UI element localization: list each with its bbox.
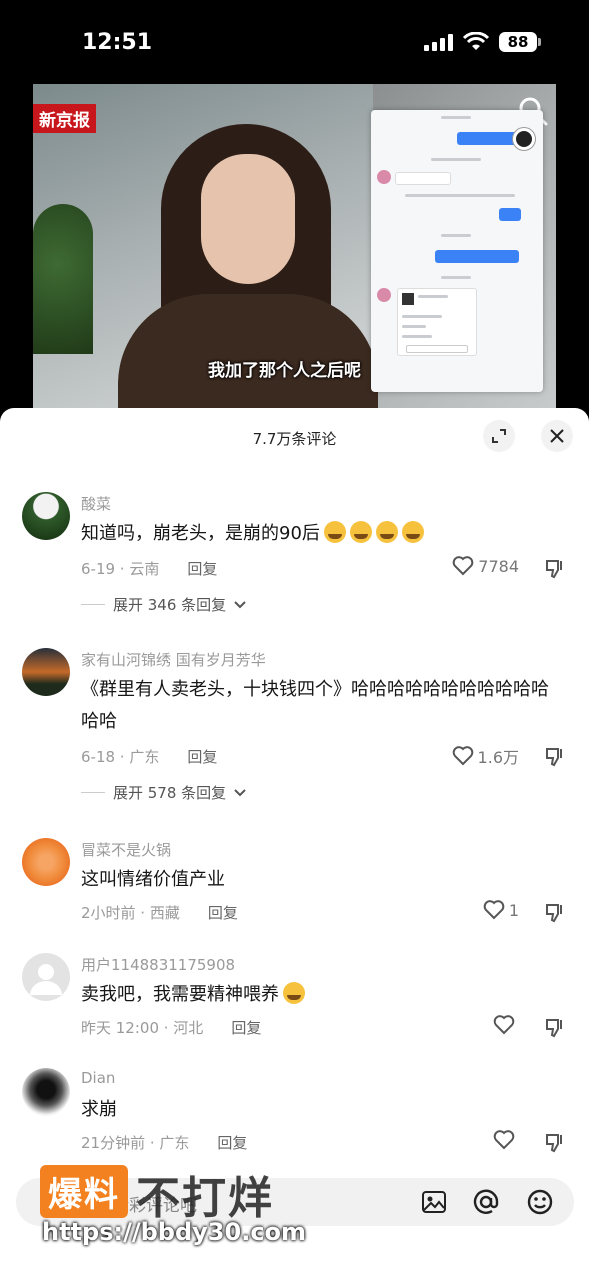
default-avatar-icon <box>30 964 62 995</box>
comments-sheet: 7.7万条评论 酸菜 知道吗，崩老头，是崩的90后 6-19 · 云南 回复 77… <box>0 408 589 1280</box>
battery-indicator: 88 <box>499 32 541 52</box>
comment-meta: 6-18 · 广东 回复 <box>81 748 218 766</box>
dislike-icon[interactable] <box>544 902 566 924</box>
expand-replies-button[interactable]: 展开 578 条回复 <box>81 782 246 803</box>
dislike-icon[interactable] <box>544 746 566 768</box>
reply-button[interactable]: 回复 <box>187 560 217 578</box>
crying-emoji-icon <box>349 521 372 543</box>
comment-meta: 2小时前 · 西藏 回复 <box>81 904 238 922</box>
news-logo: 新京报 <box>33 104 96 133</box>
heart-icon <box>483 900 505 920</box>
comment-item: Dian 求崩 21分钟前 · 广东 回复 <box>0 1066 589 1156</box>
avatar[interactable] <box>22 838 70 886</box>
like-button[interactable] <box>493 1130 519 1150</box>
heart-icon <box>452 556 474 576</box>
expand-icon <box>492 429 506 443</box>
comment-text: 知道吗，崩老头，是崩的90后 <box>81 518 561 550</box>
cellular-signal-icon <box>424 33 453 51</box>
comment-username[interactable]: Dian <box>81 1069 115 1087</box>
dislike-icon[interactable] <box>544 558 566 580</box>
chevron-down-icon <box>234 788 246 796</box>
wifi-icon <box>463 32 489 50</box>
expand-button[interactable] <box>483 420 515 452</box>
status-bar: 12:51 88 <box>0 0 589 84</box>
battery-level: 88 <box>507 33 529 51</box>
comment-text: 卖我吧，我需要精神喂养 <box>81 979 561 1011</box>
comment-item: 冒菜不是火锅 这叫情绪价值产业 2小时前 · 西藏 回复 1 <box>0 836 589 926</box>
avatar[interactable] <box>22 953 70 1001</box>
status-indicators: 88 <box>424 32 541 52</box>
comment-item: 酸菜 知道吗，崩老头，是崩的90后 6-19 · 云南 回复 7784 展开 34… <box>0 490 589 620</box>
avatar[interactable] <box>22 492 70 540</box>
like-button[interactable] <box>493 1015 519 1035</box>
comment-username[interactable]: 家有山河锦绣 国有岁月芳华 <box>81 649 266 670</box>
like-count: 1.6万 <box>477 748 519 767</box>
person-face <box>201 154 295 284</box>
chat-screenshot <box>371 110 543 392</box>
comment-username[interactable]: 用户1148831175908 <box>81 954 235 975</box>
crying-emoji-icon <box>401 521 424 543</box>
comment-text: 这叫情绪价值产业 <box>81 869 225 890</box>
watermark-badge: 爆料 <box>40 1165 128 1218</box>
status-time: 12:51 <box>82 30 153 55</box>
comment-text: 《群里有人卖老头，十块钱四个》哈哈哈哈哈哈哈哈哈哈哈哈哈 <box>81 679 549 732</box>
watermark-text: 不打烊 <box>136 1173 274 1224</box>
like-count: 1 <box>508 900 519 920</box>
dislike-icon[interactable] <box>544 1132 566 1154</box>
comment-meta: 21分钟前 · 广东 回复 <box>81 1134 248 1152</box>
comment-username[interactable]: 冒菜不是火锅 <box>81 839 171 860</box>
watermark-url: https://bbdy30.com <box>42 1218 307 1246</box>
image-icon[interactable] <box>420 1188 448 1216</box>
expand-replies-button[interactable]: 展开 346 条回复 <box>81 594 246 615</box>
like-count: 7784 <box>478 556 519 576</box>
close-icon <box>550 429 564 443</box>
video-subtitle: 我加了那个人之后呢 <box>208 361 361 381</box>
video-player[interactable]: 新京报 我加了那个人之后呢 <box>33 84 556 414</box>
comment-meta: 昨天 12:00 · 河北 回复 <box>81 1019 262 1037</box>
reply-button[interactable]: 回复 <box>217 1134 247 1152</box>
at-icon[interactable] <box>472 1188 500 1216</box>
chevron-down-icon <box>234 600 246 608</box>
sheet-header: 7.7万条评论 <box>0 408 589 466</box>
comment-meta: 6-19 · 云南 回复 <box>81 560 218 578</box>
person-body <box>118 294 378 414</box>
like-button[interactable]: 1 <box>483 900 519 920</box>
heart-icon <box>452 746 473 766</box>
chat-card <box>397 288 477 356</box>
like-button[interactable]: 7784 <box>452 556 519 576</box>
dislike-icon[interactable] <box>544 1017 566 1039</box>
reply-button[interactable]: 回复 <box>208 904 238 922</box>
like-button[interactable]: 1.6万 <box>452 744 519 768</box>
comment-item: 家有山河锦绣 国有岁月芳华 《群里有人卖老头，十块钱四个》哈哈哈哈哈哈哈哈哈哈哈… <box>0 646 589 806</box>
close-button[interactable] <box>541 420 573 452</box>
emoji-icon[interactable] <box>526 1188 554 1216</box>
thinking-emoji-icon <box>283 982 305 1004</box>
plant-decoration <box>33 204 93 354</box>
heart-icon <box>493 1130 515 1150</box>
crying-emoji-icon <box>375 521 398 543</box>
avatar[interactable] <box>22 1068 70 1116</box>
crying-emoji-icon <box>323 521 346 543</box>
avatar[interactable] <box>22 648 70 696</box>
comment-text: 求崩 <box>81 1099 117 1120</box>
reply-button[interactable]: 回复 <box>231 1019 261 1037</box>
comment-item: 用户1148831175908 卖我吧，我需要精神喂养 昨天 12:00 · 河… <box>0 951 589 1041</box>
heart-icon <box>493 1015 515 1035</box>
reply-button[interactable]: 回复 <box>187 748 217 766</box>
comment-username[interactable]: 酸菜 <box>81 493 111 514</box>
